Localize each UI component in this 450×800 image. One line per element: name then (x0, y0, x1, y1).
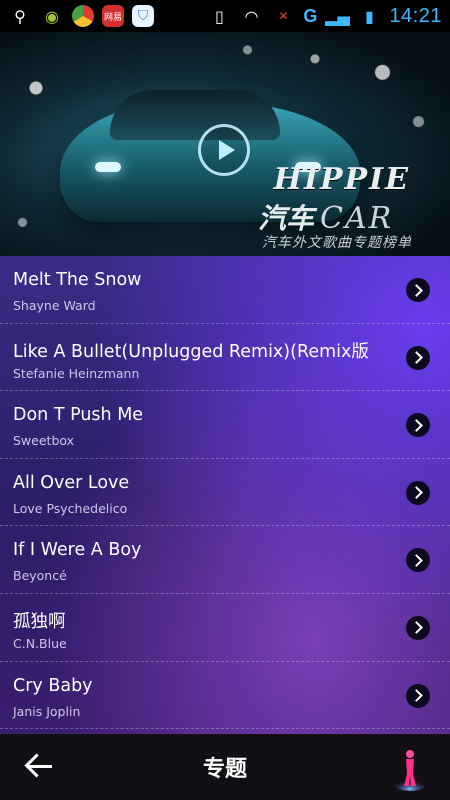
status-bar: ⚲ ◉ 网易 ⛉ ▯ ◠ ✕ G ▂▄ ▮ 14:21 (0, 0, 450, 32)
song-artist: Love Psychedelico (13, 500, 128, 516)
play-icon (218, 140, 235, 160)
song-title: All Over Love (13, 472, 130, 493)
song-list[interactable]: Melt The Snow Shayne Ward Like A Bullet(… (0, 256, 450, 734)
song-row[interactable]: Like A Bullet(Unplugged Remix)(Remix版 St… (0, 324, 450, 392)
song-title: 孤独啊 (13, 611, 66, 632)
back-arrow-icon[interactable] (24, 753, 54, 780)
banner-subtitle: 汽车外文歌曲专题榜单 (262, 235, 412, 251)
song-artist: Sweetbox (13, 433, 75, 449)
chevron-right-icon[interactable] (406, 480, 430, 505)
battery-icon: ▮ (365, 6, 374, 26)
vibrate-icon: ▯ (215, 6, 224, 26)
song-artist: Beyoncé (13, 568, 67, 584)
song-row[interactable]: If I Were A Boy Beyoncé (0, 526, 450, 594)
chevron-right-icon[interactable] (406, 615, 430, 640)
banner-brand: HIPPIE (273, 162, 410, 197)
banner-title-en: CAR (320, 201, 394, 236)
usb-icon: ⚲ (14, 6, 26, 26)
banner-title: 汽车 CAR (258, 197, 393, 237)
song-artist: Shayne Ward (13, 298, 96, 313)
car-windshield (110, 90, 280, 140)
song-row[interactable]: All Over Love Love Psychedelico (0, 459, 450, 527)
chevron-right-icon[interactable] (406, 278, 430, 302)
signal-icon: ✕ (278, 9, 289, 23)
chevron-right-icon[interactable] (406, 413, 430, 438)
now-playing-figure-icon[interactable] (392, 746, 428, 792)
song-row[interactable]: Cry Baby Janis Joplin (0, 662, 450, 730)
song-title: Don T Push Me (13, 405, 144, 426)
song-row[interactable]: Melt The Snow Shayne Ward (0, 256, 450, 324)
song-row[interactable]: 孤独啊 C.N.Blue (0, 594, 450, 662)
song-title: Cry Baby (13, 675, 93, 696)
chevron-right-icon[interactable] (406, 548, 430, 573)
song-row[interactable]: Don T Push Me Sweetbox (0, 391, 450, 459)
song-artist: Janis Joplin (13, 703, 81, 719)
clock: 14:21 (389, 4, 442, 27)
song-artist: C.N.Blue (13, 635, 67, 651)
banner[interactable]: HIPPIE 汽车 CAR 汽车外文歌曲专题榜单 (0, 32, 450, 256)
banner-title-cn: 汽车 (258, 202, 315, 235)
play-button[interactable] (198, 124, 250, 176)
wifi-icon: ◠ (244, 6, 259, 26)
chevron-right-icon[interactable] (406, 345, 430, 370)
network-type: G (303, 5, 318, 26)
netease-app-icon: 网易 (102, 5, 124, 27)
song-artist: Stefanie Heinzmann (13, 365, 140, 381)
chrome-icon (72, 5, 94, 27)
left-headlight (95, 162, 121, 172)
song-title: Like A Bullet(Unplugged Remix)(Remix版 (13, 341, 369, 362)
android-icon: ◉ (45, 6, 59, 26)
bottom-bar: 专题 (0, 734, 450, 800)
signal-bars-icon: ▂▄ (325, 6, 350, 26)
song-title: Melt The Snow (13, 270, 142, 290)
page-title: 专题 (202, 757, 247, 782)
song-title: If I Were A Boy (13, 540, 142, 561)
shield-icon: ⛉ (132, 5, 154, 27)
chevron-right-icon[interactable] (406, 683, 430, 708)
